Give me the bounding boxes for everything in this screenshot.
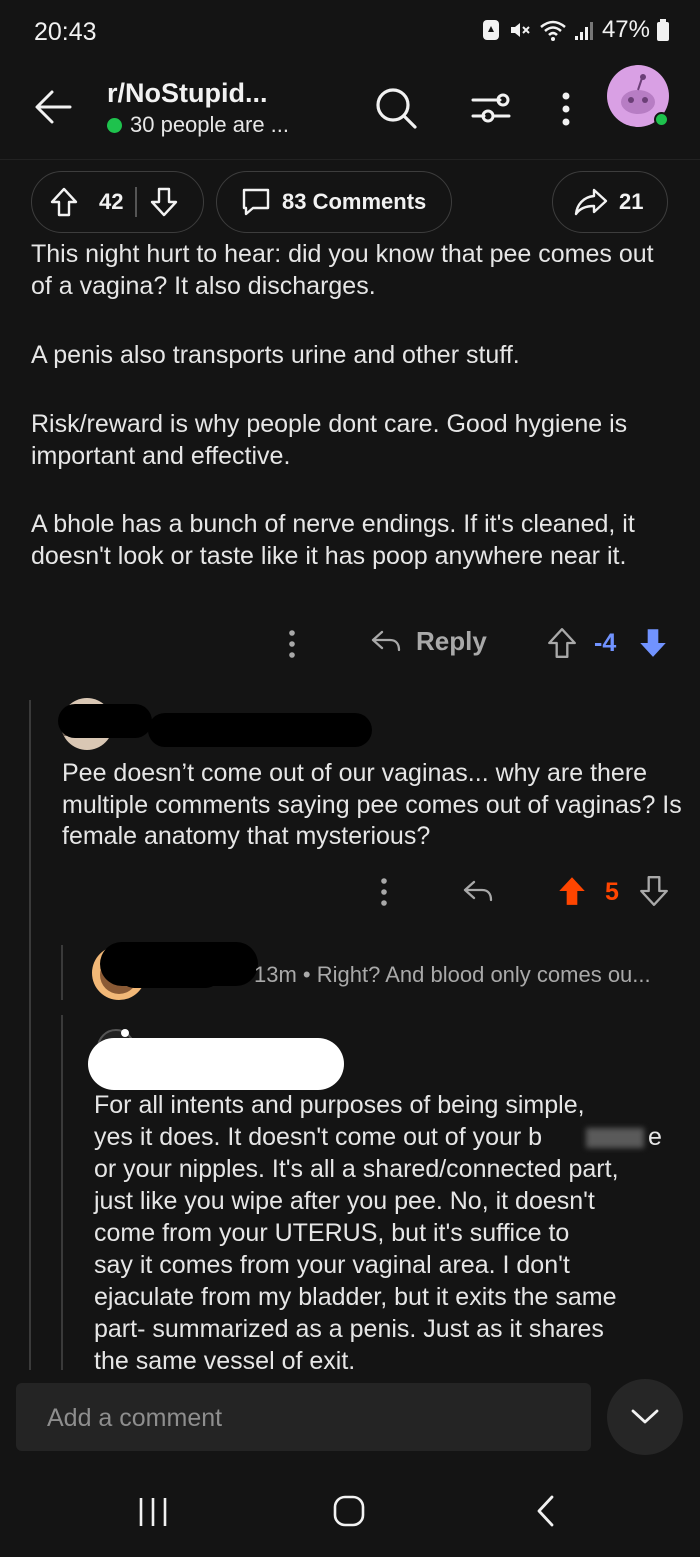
back-nav-icon[interactable] [534, 1494, 556, 1528]
upvote-icon[interactable] [556, 874, 588, 908]
more-vertical-icon[interactable] [558, 90, 574, 128]
reply-label: Reply [416, 626, 487, 656]
app-header: r/NoStupid... 30 people are ... [0, 64, 700, 160]
collapsed-comment-meta[interactable]: 13m • Right? And blood only comes ou... [254, 962, 651, 988]
comment-paragraph: This night hurt to hear: did you know th… [31, 240, 654, 300]
reply-button[interactable]: Reply [370, 626, 487, 657]
comment-line: say it comes from your vaginal area. I d… [94, 1251, 570, 1279]
comment-body: Pee doesn’t come out of our vaginas... w… [62, 759, 682, 850]
comment-line: the same vessel of exit. [94, 1347, 356, 1375]
comment-line: For all intents and purposes of being si… [94, 1091, 585, 1119]
share-count: 21 [619, 189, 644, 214]
reply-icon[interactable] [462, 878, 494, 906]
comment-line: ejaculate from my bladder, but it exits … [94, 1283, 617, 1311]
back-arrow-icon[interactable] [32, 86, 74, 128]
comment-line: come from your UTERUS, but it's suffice … [94, 1219, 570, 1247]
comment-paragraph: Risk/reward is why people dont care. Goo… [31, 410, 628, 470]
redacted-username [58, 704, 152, 738]
reply-icon [370, 628, 402, 656]
upvote-icon[interactable] [49, 186, 79, 218]
wifi-icon [538, 18, 568, 42]
signal-icon [574, 18, 596, 42]
comment-score: -4 [594, 629, 617, 657]
comment-paragraph: A penis also transports urine and other … [31, 341, 520, 369]
comment-line: part- summarized as a penis. Just as it … [94, 1315, 604, 1343]
comment-line: or your nipples. It's all a shared/conne… [94, 1155, 619, 1183]
comment-more-icon[interactable] [376, 876, 392, 908]
thread-line [29, 700, 31, 1370]
comment-icon [240, 187, 272, 217]
redacted-username [120, 960, 220, 988]
comment-paragraph: A bhole has a bunch of nerve endings. If… [31, 510, 635, 570]
meta-separator: • [302, 962, 311, 987]
comments-button[interactable]: 83 Comments [216, 171, 452, 233]
downvote-icon[interactable] [638, 874, 670, 908]
downvote-icon[interactable] [149, 186, 179, 218]
status-time: 20:43 [34, 18, 97, 46]
comment-line: just like you wipe after you pee. No, it… [94, 1187, 595, 1215]
notification-icon [480, 18, 502, 42]
upvote-icon[interactable] [546, 626, 578, 660]
chevron-down-icon [630, 1407, 660, 1427]
vote-pill: 42 [31, 171, 204, 233]
add-comment-placeholder: Add a comment [47, 1404, 223, 1432]
online-indicator: 30 people are ... [107, 112, 289, 138]
system-nav-bar [0, 1460, 700, 1557]
downvote-icon[interactable] [637, 626, 669, 660]
avatar[interactable] [606, 64, 670, 128]
comment-age: 13m [254, 962, 297, 987]
battery-icon [656, 18, 670, 42]
comment-line: e [648, 1123, 662, 1151]
blurred-text [586, 1128, 644, 1148]
thread-line [61, 1015, 63, 1370]
search-icon[interactable] [374, 86, 418, 130]
status-bar: 20:43 47% [0, 0, 700, 64]
avatar-online-badge [654, 112, 669, 127]
redacted-username [88, 1038, 344, 1090]
share-button[interactable]: 21 [552, 171, 668, 233]
subreddit-title[interactable]: r/NoStupid... [107, 78, 267, 109]
comment-score: 5 [605, 878, 619, 906]
home-icon[interactable] [332, 1494, 366, 1528]
filter-icon[interactable] [470, 88, 512, 128]
thread-line [61, 945, 63, 1000]
online-count: 30 people are ... [130, 112, 290, 137]
redacted-username [148, 713, 372, 747]
share-icon [573, 187, 609, 217]
comments-count: 83 Comments [282, 189, 427, 214]
online-dot [107, 117, 122, 133]
post-score: 42 [99, 189, 124, 214]
status-icons: 47% [480, 16, 670, 44]
recents-icon[interactable] [136, 1496, 170, 1528]
comment-more-icon[interactable] [284, 628, 300, 660]
vote-divider [135, 187, 137, 217]
comment-preview: Right? And blood only comes ou... [316, 962, 651, 987]
collapse-thread-button[interactable] [607, 1379, 683, 1455]
comment-line: yes it does. It doesn't come out of your… [94, 1123, 543, 1151]
add-comment-input[interactable]: Add a comment [16, 1383, 591, 1451]
mute-icon [508, 18, 532, 42]
battery-percent: 47% [601, 16, 650, 43]
